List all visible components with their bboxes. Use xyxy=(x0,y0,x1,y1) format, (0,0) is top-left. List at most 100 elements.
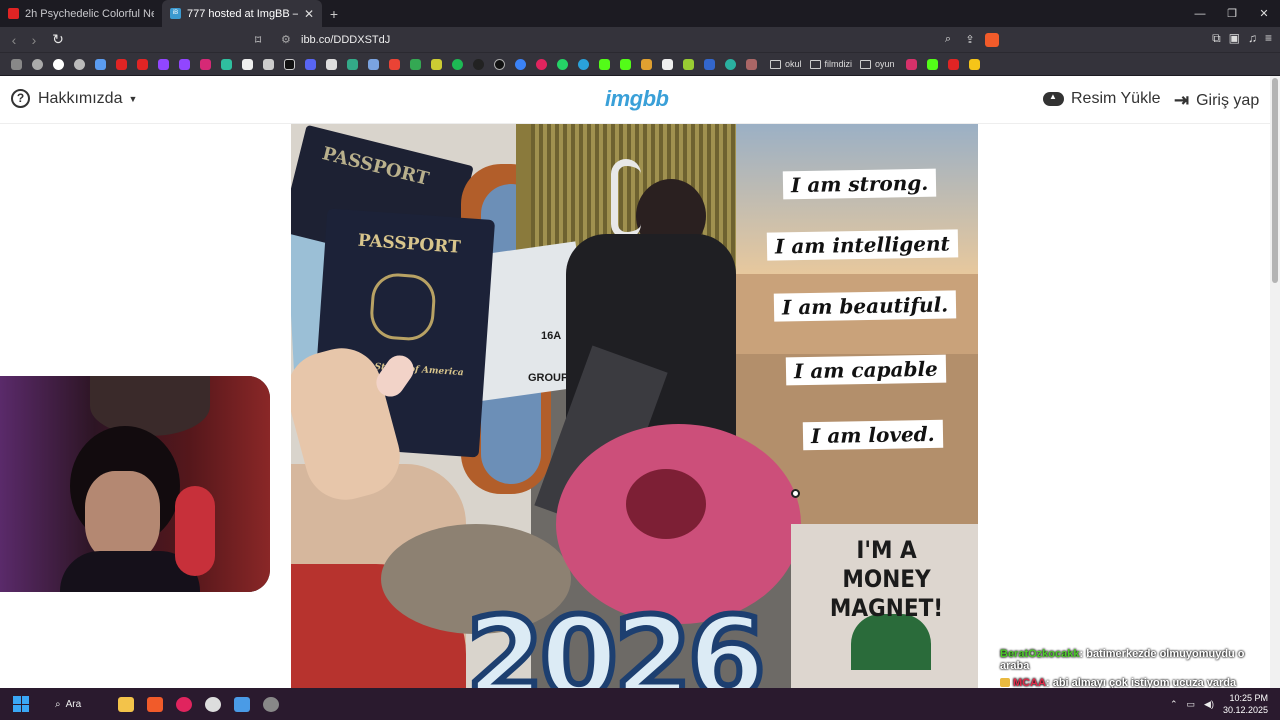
clock-time: 10:25 PM xyxy=(1229,693,1268,703)
bookmark-icon[interactable] xyxy=(699,53,720,76)
zoom-cursor-icon xyxy=(791,489,800,498)
imgbb-logo[interactable]: imgbb xyxy=(605,86,669,112)
question-icon: ? xyxy=(11,89,30,108)
bookmark-icon[interactable] xyxy=(342,53,363,76)
star-icon[interactable] xyxy=(964,53,985,76)
bookmark-icon[interactable] xyxy=(510,53,531,76)
bookmark-icon[interactable] xyxy=(69,53,90,76)
wallet-icon[interactable]: ▣ xyxy=(1229,31,1240,46)
close-window-button[interactable]: ✕ xyxy=(1248,0,1280,27)
bookmark-icon[interactable] xyxy=(216,53,237,76)
whatsapp-icon[interactable] xyxy=(552,53,573,76)
history-icon[interactable] xyxy=(27,53,48,76)
about-label: Hakkımızda xyxy=(38,89,123,107)
bookmark-icon[interactable] xyxy=(258,53,279,76)
github-icon[interactable] xyxy=(489,53,510,76)
x-icon[interactable] xyxy=(237,53,258,76)
clock[interactable]: 10:25 PM 30.12.2025 xyxy=(1223,692,1280,716)
magnet-line-2: MONEY MAGNET! xyxy=(829,565,944,622)
login-button[interactable]: ⇥ Giriş yap xyxy=(1174,90,1259,111)
photos-icon[interactable] xyxy=(227,688,256,720)
youtube-icon[interactable] xyxy=(132,53,153,76)
forward-icon[interactable]: › xyxy=(24,32,44,48)
twitch-icon[interactable] xyxy=(174,53,195,76)
subscriber-badge-icon xyxy=(1000,678,1010,687)
file-explorer-icon[interactable] xyxy=(111,688,140,720)
folder-filmdizi[interactable]: filmdizi xyxy=(809,59,852,69)
search-label: Ara xyxy=(65,698,82,710)
drive-icon[interactable] xyxy=(405,53,426,76)
reload-icon[interactable]: ↻ xyxy=(48,31,68,48)
bookmark-icon[interactable] xyxy=(901,53,922,76)
folder-icon xyxy=(770,59,781,69)
gmail-icon[interactable] xyxy=(384,53,405,76)
zoom-icon[interactable]: ⌕ xyxy=(937,33,959,46)
site-header: ? Hakkımızda ▼ imgbb Resim Yükle ⇥ Giriş… xyxy=(0,76,1270,124)
back-icon[interactable]: ‹ xyxy=(4,32,24,48)
minimize-button[interactable]: — xyxy=(1184,0,1216,27)
folder-okul[interactable]: okul xyxy=(770,59,802,69)
search-icon: ⌕ xyxy=(55,698,61,710)
steam-icon[interactable] xyxy=(256,688,285,720)
bookmark-icon[interactable] xyxy=(468,53,489,76)
kick-icon[interactable] xyxy=(594,53,615,76)
affirmation-capable: I am capable xyxy=(785,354,947,386)
window-controls: — ❐ ✕ xyxy=(1184,0,1280,27)
google-icon[interactable] xyxy=(48,53,69,76)
restore-button[interactable]: ❐ xyxy=(1216,0,1248,27)
bookmark-icon[interactable] xyxy=(321,53,342,76)
obs-icon[interactable] xyxy=(198,688,227,720)
bookmark-icon[interactable] xyxy=(636,53,657,76)
bookmark-icon[interactable] xyxy=(720,53,741,76)
folder-label: okul xyxy=(785,59,802,69)
webcam-overlay xyxy=(0,376,270,592)
bookmark-icon[interactable] xyxy=(531,53,552,76)
brave-icon[interactable] xyxy=(140,688,169,720)
twitch-icon[interactable] xyxy=(153,53,174,76)
gemini-icon[interactable] xyxy=(90,53,111,76)
page-scrollbar[interactable] xyxy=(1270,76,1280,688)
share-icon[interactable]: ⇪ xyxy=(959,33,981,46)
sign-in-icon: ⇥ xyxy=(1174,90,1190,110)
apps-icon[interactable] xyxy=(6,53,27,76)
folder-icon xyxy=(860,59,872,69)
bookmark-icon[interactable] xyxy=(678,53,699,76)
kick-icon[interactable] xyxy=(922,53,943,76)
folder-oyun[interactable]: oyun xyxy=(860,59,895,69)
media-icon[interactable]: ♫ xyxy=(1248,31,1257,46)
bookmark-icon[interactable] xyxy=(741,53,762,76)
upload-button[interactable]: Resim Yükle xyxy=(1043,90,1161,108)
about-menu[interactable]: ? Hakkımızda ▼ xyxy=(11,89,137,108)
volume-icon[interactable]: ◀) xyxy=(1204,699,1214,710)
url-text[interactable]: ibb.co/DDDXSTdJ xyxy=(301,34,937,46)
tab-bar: 2h Psychedelic Colorful Neon Backgr... i… xyxy=(0,0,1280,27)
youtube-icon[interactable] xyxy=(943,53,964,76)
extensions-icon[interactable]: ⧉ xyxy=(1212,31,1221,46)
tiktok-icon[interactable] xyxy=(279,53,300,76)
bookmark-icon[interactable]: ⌑ xyxy=(255,33,271,47)
site-info-icon[interactable]: ⚙ xyxy=(281,33,301,46)
bookmark-icon[interactable] xyxy=(657,53,678,76)
telegram-icon[interactable] xyxy=(573,53,594,76)
tab-imgbb[interactable]: iB 777 hosted at ImgBB — ImgBB ✕ xyxy=(162,0,322,27)
scrollbar-thumb[interactable] xyxy=(1272,78,1278,283)
menu-icon[interactable]: ≡ xyxy=(1265,31,1272,46)
network-icon[interactable]: ▭ xyxy=(1187,699,1196,710)
media-player-icon[interactable] xyxy=(169,688,198,720)
brave-shield-icon[interactable] xyxy=(985,32,999,47)
spotify-icon[interactable] xyxy=(447,53,468,76)
youtube-icon[interactable] xyxy=(111,53,132,76)
windows-start-icon[interactable] xyxy=(13,696,29,712)
chevron-up-icon[interactable]: ⌃ xyxy=(1170,699,1178,710)
taskbar-search[interactable]: ⌕ Ara xyxy=(55,699,111,710)
bookmark-icon[interactable] xyxy=(363,53,384,76)
new-tab-button[interactable]: + xyxy=(322,6,346,22)
address-bar[interactable]: ⌑ ⚙ ibb.co/DDDXSTdJ ⌕ ⇪ xyxy=(255,29,999,50)
hosted-image[interactable]: PASSPORT 16A GROUP PASSPORT United State… xyxy=(291,124,978,688)
kick-icon[interactable] xyxy=(615,53,636,76)
bookmark-icon[interactable] xyxy=(426,53,447,76)
tab-youtube[interactable]: 2h Psychedelic Colorful Neon Backgr... xyxy=(0,0,162,27)
instagram-icon[interactable] xyxy=(195,53,216,76)
discord-icon[interactable] xyxy=(300,53,321,76)
close-tab-icon[interactable]: ✕ xyxy=(304,7,314,21)
